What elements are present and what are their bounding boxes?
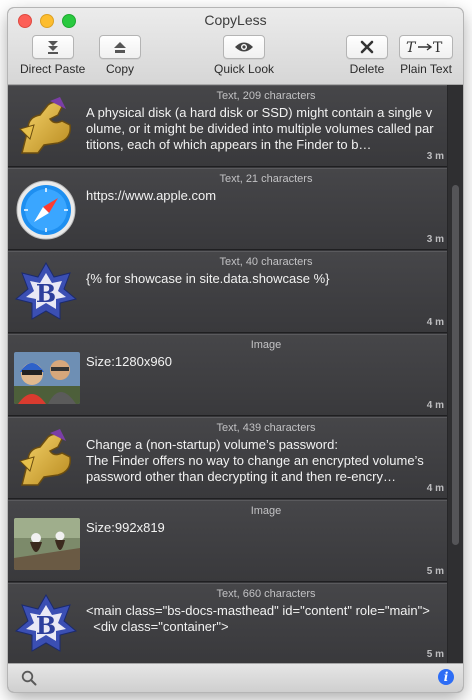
clip-time: 4 m <box>426 317 444 328</box>
clip-item[interactable]: Image Size:1280x960 4 m <box>8 334 448 416</box>
clip-time: 3 m <box>426 234 444 245</box>
clip-time: 5 m <box>426 566 444 577</box>
clip-item[interactable]: Text, 439 characters Change a (non-start… <box>8 417 448 499</box>
quick-look-label: Quick Look <box>214 62 275 76</box>
photo-thumbnail <box>14 518 80 570</box>
info-icon[interactable]: i <box>438 669 454 685</box>
clip-text: {% for showcase in site.data.showcase %} <box>86 271 330 286</box>
vertical-scrollbar[interactable] <box>447 85 463 663</box>
copy-icon <box>99 35 141 59</box>
clip-time: 4 m <box>426 483 444 494</box>
clip-item[interactable]: Text, 209 characters A physical disk (a … <box>8 85 448 167</box>
svg-text:B: B <box>36 279 56 308</box>
clip-item[interactable]: Text, 21 characters https://www.apple.co… <box>8 168 448 250</box>
clip-text: Change a (non-startup) volume’s password… <box>86 437 424 484</box>
eye-icon <box>223 35 266 59</box>
muscle-arm-app-icon <box>14 95 78 159</box>
bbedit-icon: B <box>14 593 78 657</box>
clip-time: 5 m <box>426 649 444 660</box>
clip-text: https://www.apple.com <box>86 188 217 203</box>
clip-meta: Text, 660 characters <box>216 588 316 600</box>
clip-text: <main class="bs-docs-masthead" id="conte… <box>86 603 430 634</box>
scrollbar-thumb[interactable] <box>452 185 459 545</box>
clip-time: 4 m <box>426 400 444 411</box>
delete-button[interactable]: Delete <box>346 35 388 76</box>
clip-meta: Image <box>250 505 282 517</box>
svg-text:B: B <box>36 611 56 640</box>
delete-label: Delete <box>349 62 385 76</box>
clip-text: Size:992x819 <box>86 520 165 535</box>
svg-text:T: T <box>406 40 417 55</box>
direct-paste-label: Direct Paste <box>20 62 86 76</box>
direct-paste-icon <box>31 35 74 59</box>
bottom-bar: i <box>8 663 463 692</box>
muscle-arm-app-icon <box>14 427 78 491</box>
copy-label: Copy <box>105 62 134 76</box>
clip-meta: Text, 21 characters <box>219 173 313 185</box>
copyless-window: CopyLess Direct Paste Copy Quick Look De… <box>8 8 463 692</box>
clip-item[interactable]: B Text, 660 characters <main class="bs-d… <box>8 583 448 663</box>
clip-meta: Text, 40 characters <box>219 256 313 268</box>
svg-text:T: T <box>433 40 443 55</box>
safari-icon <box>14 178 78 242</box>
direct-paste-button[interactable]: Direct Paste <box>20 35 85 76</box>
clip-meta: Text, 209 characters <box>216 90 316 102</box>
clip-text: A physical disk (a hard disk or SSD) mig… <box>86 105 434 152</box>
plain-text-button[interactable]: TT Plain Text <box>399 35 453 76</box>
toolbar: CopyLess Direct Paste Copy Quick Look De… <box>8 8 463 85</box>
clipboard-history-list[interactable]: Text, 209 characters A physical disk (a … <box>8 85 463 663</box>
clip-text: Size:1280x960 <box>86 354 173 369</box>
clip-item[interactable]: Image Size:992x819 5 m <box>8 500 448 582</box>
copy-button[interactable]: Copy <box>99 35 141 76</box>
delete-x-icon <box>346 35 388 59</box>
plain-text-icon: TT <box>399 35 453 59</box>
clip-meta: Image <box>250 339 282 351</box>
bbedit-icon: B <box>14 261 78 325</box>
clip-item[interactable]: B Text, 40 characters {% for showcase in… <box>8 251 448 333</box>
clip-meta: Text, 439 characters <box>216 422 316 434</box>
clip-time: 3 m <box>426 151 444 162</box>
plain-text-label: Plain Text <box>400 62 452 76</box>
window-title: CopyLess <box>204 12 267 28</box>
search-icon[interactable] <box>21 670 37 686</box>
quick-look-button[interactable]: Quick Look <box>214 35 274 76</box>
photo-thumbnail <box>14 352 80 404</box>
